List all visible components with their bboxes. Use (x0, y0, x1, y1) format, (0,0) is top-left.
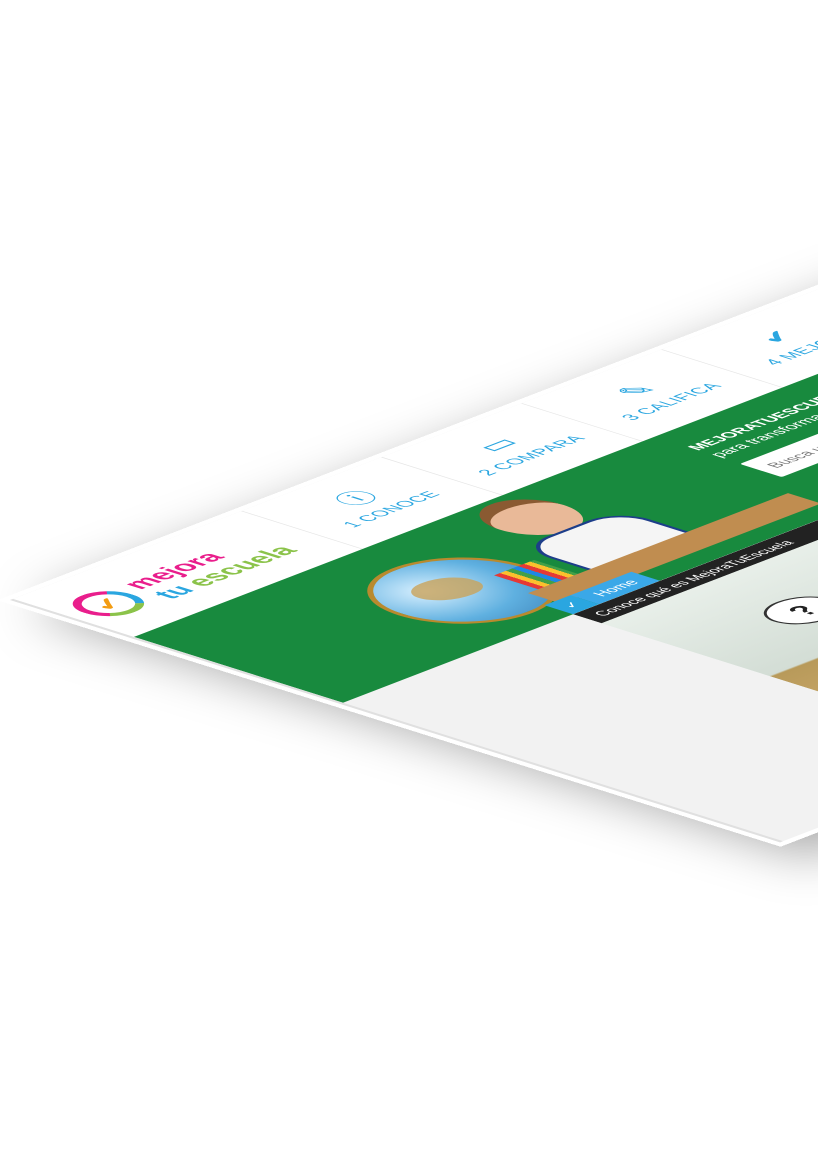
ruler-icon: ▭ (466, 434, 528, 456)
mockup-stage: ✓ mejora tu escuela ⓘ 1 CONOCE ▭ 2 COMPA… (0, 0, 818, 1163)
tilted-page: ✓ mejora tu escuela ⓘ 1 CONOCE ▭ 2 COMPA… (10, 98, 818, 843)
check-icon: ✔ (748, 326, 806, 347)
info-icon: ⓘ (326, 487, 389, 510)
question-bubble: ? (747, 590, 818, 630)
pencil-icon: ✎ (608, 380, 666, 401)
globe-land (399, 572, 494, 606)
